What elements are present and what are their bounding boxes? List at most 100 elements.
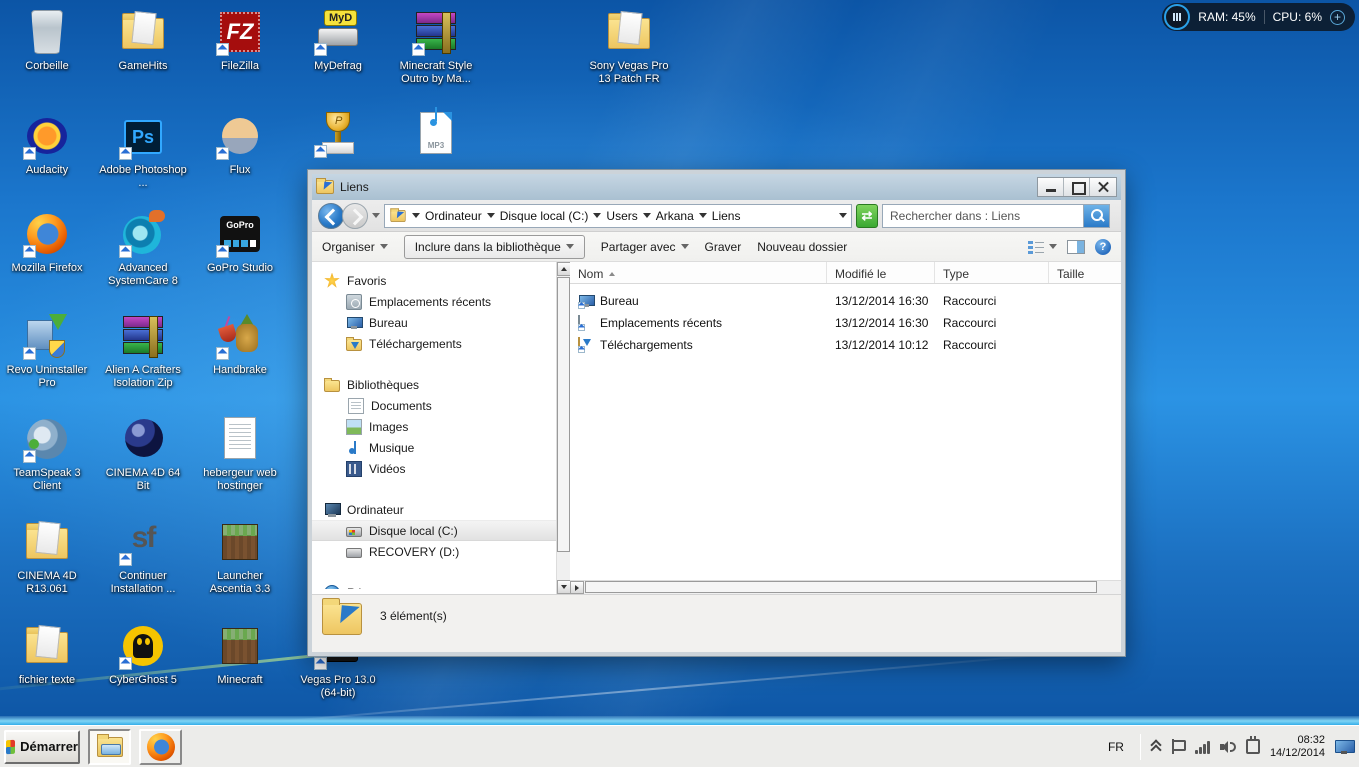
- breadcrumb-segment[interactable]: Ordinateur: [425, 209, 482, 223]
- desktop-icon-sony-vegas-patch[interactable]: Sony Vegas Pro 13 Patch FR: [584, 8, 674, 86]
- change-view-button[interactable]: [1028, 239, 1057, 254]
- breadcrumb-dropdown-icon[interactable]: [412, 213, 420, 218]
- burn-button[interactable]: Graver: [705, 240, 742, 254]
- desktop-icon-minecraft-outro[interactable]: Minecraft Style Outro by Ma...: [391, 8, 481, 86]
- desktop-icon-launcher-ascentia[interactable]: Launcher Ascentia 3.3: [195, 518, 285, 596]
- new-folder-button[interactable]: Nouveau dossier: [757, 240, 847, 254]
- desktop-icon-mp3-file[interactable]: MP3: [391, 107, 481, 162]
- help-button[interactable]: ?: [1095, 238, 1111, 255]
- column-header-type[interactable]: Type: [935, 262, 1049, 283]
- column-header-taille[interactable]: Taille: [1049, 262, 1121, 283]
- maximize-button[interactable]: [1064, 178, 1090, 196]
- scroll-right-icon[interactable]: [570, 581, 584, 594]
- network-signal-icon[interactable]: [1194, 740, 1210, 754]
- file-name: Téléchargements: [600, 338, 693, 352]
- file-row-bureau[interactable]: Bureau 13/12/2014 16:30 Raccourci: [570, 290, 1121, 312]
- breadcrumb-dropdown-icon[interactable]: [486, 213, 495, 218]
- desktop-icon-mydefrag[interactable]: MyD MyDefrag: [293, 8, 383, 73]
- desktop-icon-advanced-systemcare[interactable]: Advanced SystemCare 8: [98, 210, 188, 288]
- expand-plus-icon[interactable]: +: [1330, 9, 1345, 25]
- desktop-icon-photoshop[interactable]: Ps Adobe Photoshop ...: [98, 112, 188, 190]
- scroll-up-icon[interactable]: [557, 262, 571, 276]
- desktop-icon-cyberghost[interactable]: CyberGhost 5: [98, 622, 188, 687]
- performance-monitor-widget[interactable]: RAM: 45% CPU: 6% +: [1162, 3, 1355, 31]
- display-icon[interactable]: [1335, 739, 1355, 754]
- close-button[interactable]: [1090, 178, 1116, 196]
- desktop-icon-handbrake[interactable]: Handbrake: [195, 312, 285, 377]
- recent-places-icon: [346, 293, 362, 310]
- horizontal-scrollbar[interactable]: [570, 580, 1121, 594]
- sidebar-item-disque-local-c[interactable]: Disque local (C:): [312, 520, 556, 541]
- breadcrumb-segment[interactable]: Liens: [712, 209, 741, 223]
- desktop-icon-firefox[interactable]: Mozilla Firefox: [2, 210, 92, 275]
- scrollbar-thumb[interactable]: [557, 277, 570, 552]
- desktop-icon-alien-crafters-zip[interactable]: Alien A Crafters Isolation Zip: [98, 312, 188, 390]
- desktop-icon-audacity[interactable]: Audacity: [2, 112, 92, 177]
- back-button[interactable]: [318, 202, 344, 229]
- systemcare-broom-icon[interactable]: [1164, 4, 1191, 30]
- tray-clock[interactable]: 08:32 14/12/2014: [1270, 734, 1325, 760]
- sidebar-item-images[interactable]: Images: [312, 416, 556, 437]
- sidebar-item-telechargements[interactable]: Téléchargements: [312, 333, 556, 354]
- organiser-button[interactable]: Organiser: [322, 240, 388, 254]
- forward-button[interactable]: [342, 202, 368, 229]
- breadcrumb-dropdown-icon[interactable]: [642, 213, 651, 218]
- desktop-icon-cinema4d-64[interactable]: CINEMA 4D 64 Bit: [98, 415, 188, 493]
- sidebar-scrollbar[interactable]: [556, 262, 571, 594]
- preview-pane-button[interactable]: [1067, 239, 1085, 254]
- sidebar-item-bureau[interactable]: Bureau: [312, 312, 556, 333]
- desktop-icon-gopro-studio[interactable]: GoPro GoPro Studio: [195, 210, 285, 275]
- column-header-nom[interactable]: Nom: [570, 262, 827, 283]
- breadcrumb-segment[interactable]: Disque local (C:): [500, 209, 589, 223]
- column-header-modifie[interactable]: Modifié le: [827, 262, 935, 283]
- desktop-icon-teamspeak[interactable]: TeamSpeak 3 Client: [2, 415, 92, 493]
- ram-usage: RAM: 45%: [1198, 10, 1256, 24]
- desktop-icon-gamehits[interactable]: GameHits: [98, 8, 188, 73]
- sidebar-item-musique[interactable]: Musique: [312, 437, 556, 458]
- sidebar-item-videos[interactable]: Vidéos: [312, 458, 556, 479]
- recent-pages-dropdown-icon[interactable]: [372, 213, 380, 218]
- desktop-icon-cinema4d-r13[interactable]: CINEMA 4D R13.061: [2, 518, 92, 596]
- power-plug-icon[interactable]: [1245, 736, 1260, 754]
- include-in-library-button[interactable]: Inclure dans la bibliothèque: [403, 234, 585, 259]
- sidebar-item-recovery-d[interactable]: RECOVERY (D:): [312, 541, 556, 562]
- minimize-button[interactable]: [1038, 178, 1064, 196]
- sidebar-item-bibliotheques[interactable]: Bibliothèques: [312, 374, 556, 395]
- refresh-button[interactable]: ⇄: [856, 203, 878, 228]
- breadcrumb[interactable]: Ordinateur Disque local (C:) Users Arkan…: [384, 203, 852, 228]
- desktop-icon-minecraft[interactable]: Minecraft: [195, 622, 285, 687]
- file-row-emplacements-recents[interactable]: Emplacements récents 13/12/2014 16:30 Ra…: [570, 312, 1121, 334]
- title-bar[interactable]: Liens: [312, 174, 1121, 200]
- tray-chevron-icon[interactable]: [1151, 741, 1161, 753]
- desktop-icon-hebergeur[interactable]: hebergeur web hostinger: [195, 415, 285, 493]
- action-center-flag-icon[interactable]: [1171, 739, 1186, 754]
- search-icon[interactable]: [1083, 204, 1109, 227]
- scrollbar-thumb[interactable]: [585, 581, 1097, 593]
- breadcrumb-segment[interactable]: Users: [606, 209, 637, 223]
- desktop-icon-corbeille[interactable]: Corbeille: [2, 8, 92, 73]
- start-button[interactable]: Démarrer: [4, 729, 80, 764]
- address-history-dropdown-icon[interactable]: [839, 213, 847, 218]
- desktop-icon-filezilla[interactable]: FZ FileZilla: [195, 8, 285, 73]
- desktop-icon-continuer-installation[interactable]: sf Continuer Installation ...: [98, 518, 188, 596]
- desktop-icon-revo-uninstaller[interactable]: Revo Uninstaller Pro: [2, 312, 92, 390]
- volume-icon[interactable]: [1219, 740, 1236, 754]
- file-row-telechargements[interactable]: Téléchargements 13/12/2014 10:12 Raccour…: [570, 334, 1121, 356]
- scroll-down-icon[interactable]: [557, 580, 571, 594]
- search-box[interactable]: Rechercher dans : Liens: [882, 203, 1110, 228]
- taskbar-firefox-button[interactable]: [139, 728, 182, 765]
- sidebar-item-reseau[interactable]: Réseau: [312, 582, 556, 589]
- language-indicator[interactable]: FR: [1102, 740, 1130, 754]
- share-with-button[interactable]: Partager avec: [601, 240, 689, 254]
- sidebar-item-emplacements-recents[interactable]: Emplacements récents: [312, 291, 556, 312]
- taskbar-explorer-button[interactable]: [88, 728, 131, 765]
- sidebar-item-favoris[interactable]: Favoris: [312, 270, 556, 291]
- breadcrumb-dropdown-icon[interactable]: [698, 213, 707, 218]
- breadcrumb-dropdown-icon[interactable]: [593, 213, 602, 218]
- sidebar-item-documents[interactable]: Documents: [312, 395, 556, 416]
- breadcrumb-segment[interactable]: Arkana: [656, 209, 694, 223]
- desktop-icon-trophy[interactable]: P: [293, 110, 383, 162]
- desktop-icon-fichier-texte[interactable]: fichier texte: [2, 622, 92, 687]
- sidebar-item-ordinateur[interactable]: Ordinateur: [312, 499, 556, 520]
- desktop-icon-flux[interactable]: Flux: [195, 112, 285, 177]
